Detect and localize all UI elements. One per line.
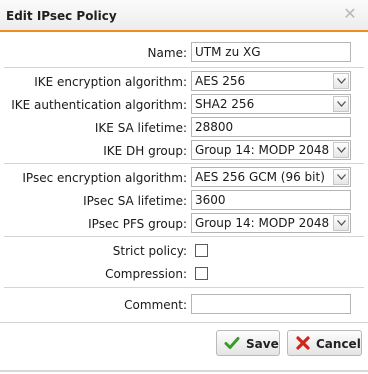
dialog-title: Edit IPsec Policy bbox=[6, 9, 117, 23]
ike-encryption-value: AES 256 bbox=[195, 74, 246, 88]
save-label: Save bbox=[246, 337, 279, 351]
strict-policy-label: Strict policy: bbox=[112, 244, 187, 258]
name-label: Name: bbox=[147, 46, 187, 60]
comment-row: Comment: bbox=[0, 294, 368, 316]
separator bbox=[4, 236, 364, 237]
comment-input[interactable] bbox=[191, 294, 351, 314]
chevron-down-icon[interactable] bbox=[333, 142, 349, 158]
ike-authentication-value: SHA2 256 bbox=[195, 97, 255, 111]
name-input[interactable]: UTM zu XG bbox=[191, 42, 351, 62]
ipsec-sa-lifetime-label: IPsec SA lifetime: bbox=[83, 194, 187, 208]
compression-row: Compression: bbox=[0, 263, 368, 285]
name-row: Name: UTM zu XG bbox=[0, 42, 368, 64]
ike-authentication-label: IKE authentication algorithm: bbox=[11, 98, 187, 112]
ike-encryption-label: IKE encryption algorithm: bbox=[34, 75, 187, 89]
ike-dh-group-select[interactable]: Group 14: MODP 2048 bbox=[191, 140, 351, 160]
ike-dh-group-row: IKE DH group: Group 14: MODP 2048 bbox=[0, 140, 368, 162]
chevron-down-icon[interactable] bbox=[333, 96, 349, 112]
checkmark-icon bbox=[224, 335, 240, 354]
ike-authentication-row: IKE authentication algorithm: SHA2 256 bbox=[0, 94, 368, 116]
ike-sa-lifetime-label: IKE SA lifetime: bbox=[94, 121, 187, 135]
ike-dh-group-value: Group 14: MODP 2048 bbox=[195, 143, 330, 157]
ipsec-encryption-label: IPsec encryption algorithm: bbox=[22, 171, 187, 185]
ike-sa-lifetime-row: IKE SA lifetime: 28800 bbox=[0, 117, 368, 139]
compression-label: Compression: bbox=[105, 267, 187, 281]
ike-encryption-row: IKE encryption algorithm: AES 256 bbox=[0, 71, 368, 93]
separator bbox=[4, 67, 364, 68]
ipsec-pfs-group-select[interactable]: Group 14: MODP 2048 bbox=[191, 213, 351, 233]
x-icon bbox=[295, 335, 311, 354]
comment-label: Comment: bbox=[124, 298, 187, 312]
chevron-down-icon[interactable] bbox=[333, 169, 349, 185]
ipsec-sa-lifetime-row: IPsec SA lifetime: 3600 bbox=[0, 190, 368, 212]
separator bbox=[4, 163, 364, 164]
dialog-titlebar: Edit IPsec Policy ✕ bbox=[0, 0, 368, 32]
ipsec-encryption-value: AES 256 GCM (96 bit) bbox=[195, 170, 325, 184]
ike-dh-group-label: IKE DH group: bbox=[103, 144, 187, 158]
close-icon[interactable]: ✕ bbox=[342, 6, 358, 22]
ipsec-encryption-row: IPsec encryption algorithm: AES 256 GCM … bbox=[0, 167, 368, 189]
ike-authentication-select[interactable]: SHA2 256 bbox=[191, 94, 351, 114]
ipsec-pfs-group-row: IPsec PFS group: Group 14: MODP 2048 bbox=[0, 213, 368, 235]
strict-policy-row: Strict policy: bbox=[0, 240, 368, 262]
cancel-label: Cancel bbox=[316, 337, 361, 351]
chevron-down-icon[interactable] bbox=[333, 73, 349, 89]
ipsec-sa-lifetime-input[interactable]: 3600 bbox=[191, 190, 351, 210]
footer-separator bbox=[0, 322, 368, 323]
separator bbox=[4, 287, 364, 288]
ipsec-encryption-select[interactable]: AES 256 GCM (96 bit) bbox=[191, 167, 351, 187]
compression-checkbox[interactable] bbox=[195, 267, 208, 280]
cancel-button[interactable]: Cancel bbox=[287, 330, 362, 356]
ike-encryption-select[interactable]: AES 256 bbox=[191, 71, 351, 91]
ipsec-pfs-group-value: Group 14: MODP 2048 bbox=[195, 216, 330, 230]
ike-sa-lifetime-input[interactable]: 28800 bbox=[191, 117, 351, 137]
ipsec-pfs-group-label: IPsec PFS group: bbox=[88, 217, 187, 231]
chevron-down-icon[interactable] bbox=[333, 215, 349, 231]
save-button[interactable]: Save bbox=[216, 330, 280, 356]
strict-policy-checkbox[interactable] bbox=[195, 244, 208, 257]
edit-ipsec-policy-dialog: Edit IPsec Policy ✕ Name: UTM zu XG IKE … bbox=[0, 0, 368, 372]
